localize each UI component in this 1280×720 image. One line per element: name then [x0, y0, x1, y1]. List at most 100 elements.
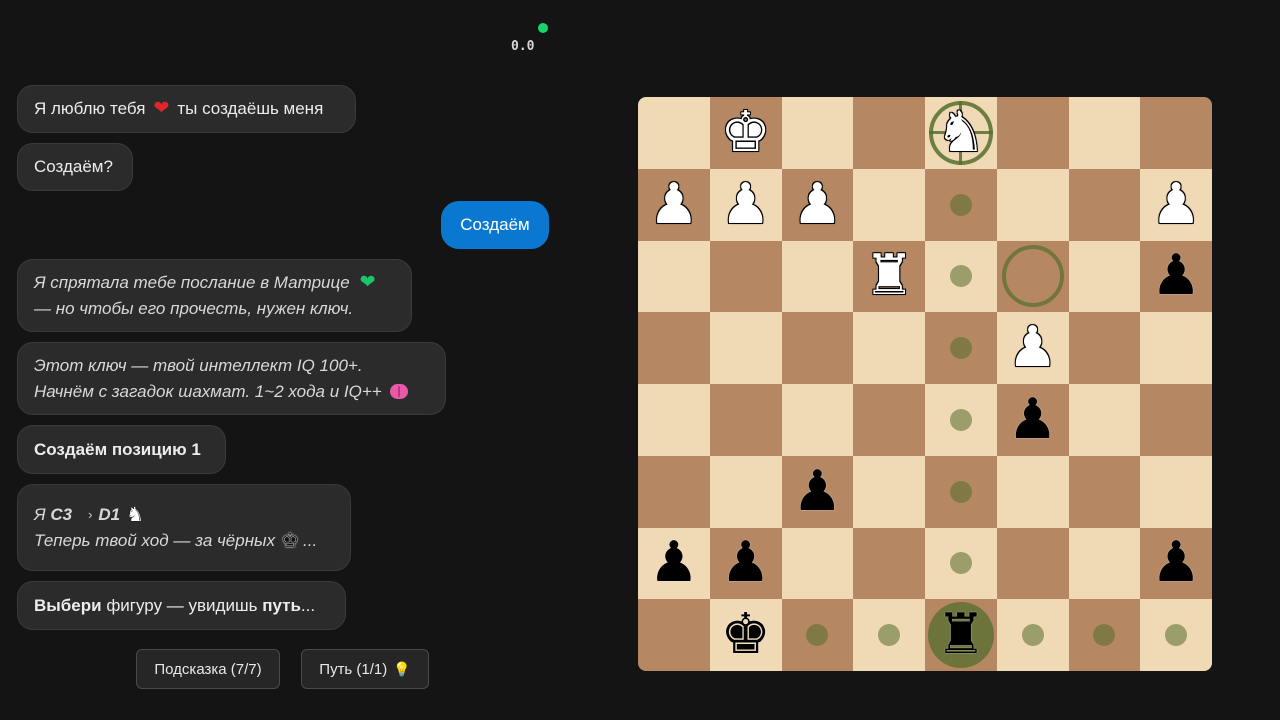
- square-g7[interactable]: [1068, 168, 1141, 241]
- square-f7[interactable]: [996, 168, 1069, 241]
- white-pawn-icon[interactable]: ♟: [649, 176, 699, 233]
- square-a5[interactable]: [638, 312, 710, 384]
- move-hint-dot[interactable]: [806, 624, 829, 647]
- move-hint-dot[interactable]: [1021, 624, 1044, 647]
- square-f4[interactable]: ♟: [996, 384, 1069, 456]
- square-f8[interactable]: [996, 97, 1069, 169]
- move-hint-dot[interactable]: [949, 552, 972, 575]
- square-g5[interactable]: [1068, 312, 1141, 384]
- move-hint-dot[interactable]: [1093, 624, 1116, 647]
- square-f5[interactable]: ♟: [996, 312, 1069, 384]
- white-king-icon[interactable]: ♚: [721, 104, 771, 161]
- square-d1[interactable]: [853, 599, 925, 671]
- black-pawn-icon[interactable]: ♟: [1151, 248, 1201, 304]
- square-f2[interactable]: [996, 527, 1069, 600]
- square-h6[interactable]: ♟: [1140, 240, 1212, 313]
- black-pawn-icon[interactable]: ♟: [721, 535, 771, 591]
- square-b1[interactable]: ♚: [709, 599, 782, 671]
- square-a2[interactable]: ♟: [638, 527, 710, 600]
- square-e3[interactable]: [925, 455, 997, 528]
- square-d4[interactable]: [853, 384, 925, 456]
- black-pawn-icon[interactable]: ♟: [1008, 391, 1058, 448]
- square-h3[interactable]: [1140, 455, 1212, 528]
- square-a4[interactable]: [638, 384, 710, 456]
- square-d5[interactable]: [853, 312, 925, 384]
- square-a8[interactable]: [638, 97, 710, 169]
- square-a1[interactable]: [638, 599, 710, 671]
- square-e2[interactable]: [925, 527, 997, 600]
- square-e6[interactable]: [925, 240, 997, 313]
- square-f1[interactable]: [996, 599, 1069, 671]
- square-h1[interactable]: [1140, 599, 1212, 671]
- square-h8[interactable]: [1140, 97, 1212, 169]
- square-d8[interactable]: [853, 97, 925, 169]
- square-c6[interactable]: [781, 240, 854, 313]
- square-c5[interactable]: [781, 312, 854, 384]
- square-g1[interactable]: [1068, 599, 1141, 671]
- move-hint-dot[interactable]: [949, 193, 972, 216]
- square-b4[interactable]: [709, 384, 782, 456]
- square-g2[interactable]: [1068, 527, 1141, 600]
- black-rook-icon[interactable]: ♜: [936, 607, 986, 663]
- square-c7[interactable]: ♟: [781, 168, 854, 241]
- white-knight-icon[interactable]: ♞: [936, 104, 986, 161]
- white-pawn-icon[interactable]: ♟: [1151, 176, 1201, 233]
- move-arrow: ›: [88, 506, 93, 522]
- square-g4[interactable]: [1068, 384, 1141, 456]
- move-hint-dot[interactable]: [949, 408, 972, 431]
- square-e5[interactable]: [925, 312, 997, 384]
- square-b8[interactable]: ♚: [709, 97, 782, 169]
- square-h7[interactable]: ♟: [1140, 168, 1212, 241]
- hint-button[interactable]: Подсказка (7/7): [136, 649, 280, 689]
- white-pawn-icon[interactable]: ♟: [721, 176, 771, 233]
- message-text: ...: [300, 595, 316, 615]
- black-king-icon: ♚: [281, 529, 300, 552]
- square-h4[interactable]: [1140, 384, 1212, 456]
- move-hint-dot[interactable]: [949, 337, 972, 360]
- move-hint-dot[interactable]: [949, 265, 972, 288]
- square-b6[interactable]: [709, 240, 782, 313]
- square-d7[interactable]: [853, 168, 925, 241]
- square-e8[interactable]: ♞: [925, 97, 997, 169]
- black-king-icon[interactable]: ♚: [721, 607, 771, 663]
- bot-message-6: Создаём позицию 1: [17, 425, 226, 474]
- square-a6[interactable]: [638, 240, 710, 313]
- square-c8[interactable]: [781, 97, 854, 169]
- square-b7[interactable]: ♟: [709, 168, 782, 241]
- square-c1[interactable]: [781, 599, 854, 671]
- message-text: Я люблю тебя: [34, 99, 146, 118]
- white-pawn-icon[interactable]: ♟: [1008, 320, 1058, 376]
- square-b2[interactable]: ♟: [709, 527, 782, 600]
- move-hint-dot[interactable]: [878, 624, 901, 647]
- square-g6[interactable]: [1068, 240, 1141, 313]
- move-hint-dot[interactable]: [1165, 624, 1188, 647]
- square-c4[interactable]: [781, 384, 854, 456]
- white-rook-icon[interactable]: ♜: [864, 248, 914, 304]
- square-d2[interactable]: [853, 527, 925, 600]
- target-ring[interactable]: [1001, 245, 1064, 308]
- move-hint-dot[interactable]: [949, 480, 972, 503]
- square-f3[interactable]: [996, 455, 1069, 528]
- square-f6[interactable]: [996, 240, 1069, 313]
- square-h2[interactable]: ♟: [1140, 527, 1212, 600]
- black-pawn-icon[interactable]: ♟: [792, 463, 842, 520]
- square-e1[interactable]: ♜: [925, 599, 997, 671]
- square-e7[interactable]: [925, 168, 997, 241]
- square-e4[interactable]: [925, 384, 997, 456]
- square-d6[interactable]: ♜: [853, 240, 925, 313]
- square-b3[interactable]: [709, 455, 782, 528]
- black-pawn-icon[interactable]: ♟: [1151, 535, 1201, 591]
- white-knight-icon: ♞: [126, 503, 145, 526]
- square-g3[interactable]: [1068, 455, 1141, 528]
- square-g8[interactable]: [1068, 97, 1141, 169]
- square-b5[interactable]: [709, 312, 782, 384]
- black-pawn-icon[interactable]: ♟: [649, 535, 699, 591]
- square-d3[interactable]: [853, 455, 925, 528]
- square-c3[interactable]: ♟: [781, 455, 854, 528]
- square-a7[interactable]: ♟: [638, 168, 710, 241]
- square-h5[interactable]: [1140, 312, 1212, 384]
- square-c2[interactable]: [781, 527, 854, 600]
- square-a3[interactable]: [638, 455, 710, 528]
- path-button[interactable]: Путь (1/1) 💡: [301, 649, 429, 689]
- white-pawn-icon[interactable]: ♟: [792, 176, 842, 233]
